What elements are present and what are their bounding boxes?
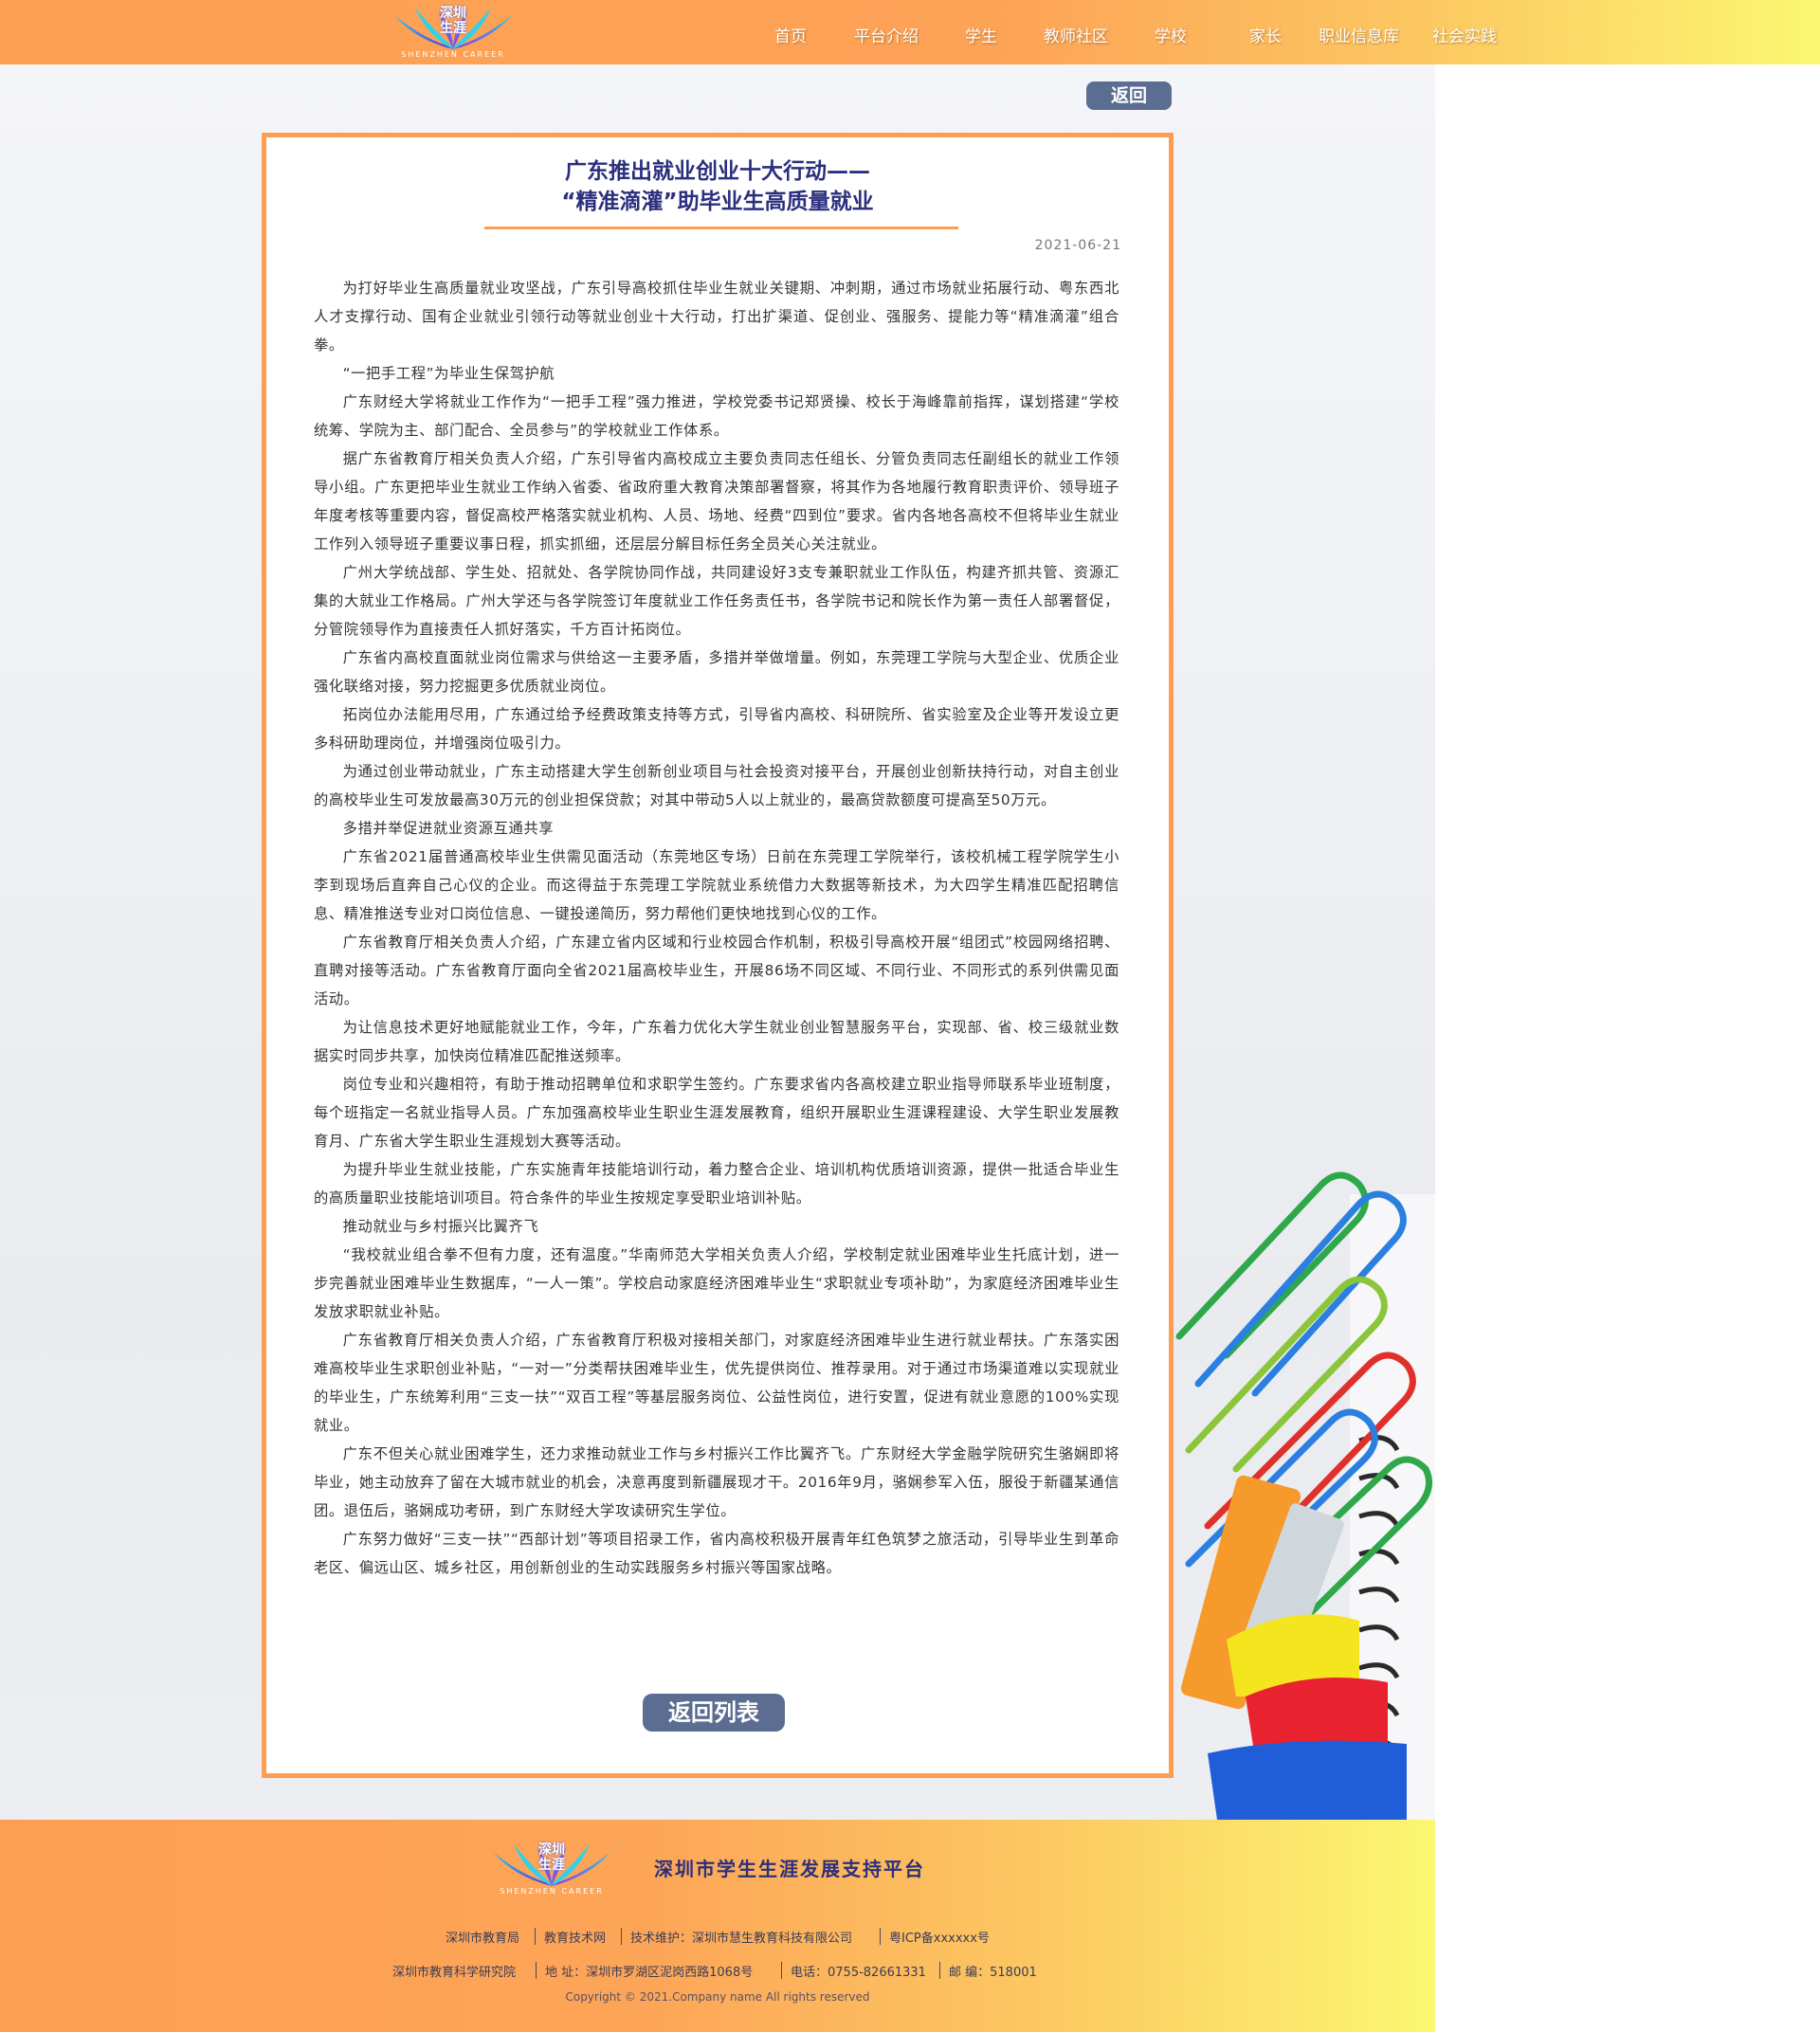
article-title: 广东推出就业创业十大行动—— “精准滴灌”助毕业生高质量就业 — [266, 156, 1169, 217]
footer: 深圳 生涯 SHENZHEN CAREER 深圳市学生生涯发展支持平台 深圳市教… — [0, 1820, 1435, 2032]
article-paragraph: 广东努力做好“三支一扶”“西部计划”等项目招录工作，省内高校积极开展青年红色筑梦… — [314, 1531, 1119, 1576]
article-paragraph: 据广东省教育厅相关负责人介绍，广东引导省内高校成立主要负责同志任组长、分管负责同… — [314, 450, 1119, 553]
back-to-list-button[interactable]: 返回列表 — [643, 1694, 785, 1732]
back-button[interactable]: 返回 — [1086, 82, 1172, 110]
article-paragraph: 广东不但关心就业困难学生，还力求推动就业工作与乡村振兴工作比翼齐飞。广东财经大学… — [314, 1445, 1119, 1519]
paperclip-decoration-icon — [1175, 1171, 1435, 1820]
article-paragraph: 为让信息技术更好地赋能就业工作，今年，广东着力优化大学生就业创业智慧服务平台，实… — [314, 1019, 1119, 1064]
footer-divider — [621, 1928, 622, 1945]
footer-divider — [535, 1928, 536, 1945]
article-paragraph: “我校就业组合拳不但有力度，还有温度。”华南师范大学相关负责人介绍，学校制定就业… — [314, 1246, 1119, 1320]
top-navigation-bar: 深圳 生涯 SHENZHEN CAREER 首页 平台介绍 学生 教师社区 学校… — [0, 0, 1820, 64]
article-card: 广东推出就业创业十大行动—— “精准滴灌”助毕业生高质量就业 2021-06-2… — [262, 133, 1174, 1778]
footer-research-institute[interactable]: 深圳市教育科学研究院 — [392, 1962, 516, 1980]
article-title-line2: “精准滴灌”助毕业生高质量就业 — [561, 190, 874, 214]
copyright: Copyright © 2021.Company name All rights… — [565, 1990, 870, 2004]
footer-divider — [939, 1962, 940, 1979]
right-blank-area — [1435, 64, 1820, 2032]
footer-tech-support: 技术维护：深圳市慧生教育科技有限公司 — [630, 1932, 853, 1946]
article-paragraph: 广东省内高校直面就业岗位需求与供给这一主要矛盾，多措并举做增量。例如，东莞理工学… — [314, 649, 1119, 695]
platform-name: 深圳市学生生涯发展支持平台 — [654, 1858, 925, 1880]
nav-platform-intro[interactable]: 平台介绍 — [854, 23, 919, 46]
footer-link-education-bureau[interactable]: 深圳市教育局 — [446, 1928, 519, 1946]
nav-home[interactable]: 首页 — [774, 23, 807, 46]
article-paragraph: 广东财经大学将就业工作作为“一把手工程”强力推进，学校党委书记郑贤操、校长于海峰… — [314, 393, 1119, 439]
footer-divider — [781, 1962, 782, 1979]
nav-parents[interactable]: 家长 — [1249, 23, 1282, 46]
article-date: 2021-06-21 — [1034, 238, 1121, 253]
footer-links-row2: 深圳市教育科学研究院 地 址：深圳市罗湖区泥岗西路1068号 电话：0755-8… — [0, 1962, 1435, 1983]
article-paragraph: “一把手工程”为毕业生保驾护航 — [342, 365, 555, 382]
logo-text: 深圳 生涯 — [440, 6, 466, 36]
article-paragraph: 广东省教育厅相关负责人介绍，广东省教育厅积极对接相关部门，对家庭经济困难毕业生进… — [314, 1332, 1119, 1434]
footer-link-edutech[interactable]: 教育技术网 — [544, 1928, 606, 1946]
logo-subtitle: SHENZHEN CAREER — [500, 1887, 604, 1896]
nav-teacher-community[interactable]: 教师社区 — [1044, 23, 1108, 46]
article-paragraph: 多措并举促进就业资源互通共享 — [342, 820, 555, 837]
article-body: 为打好毕业生高质量就业攻坚战，广东引导高校抓住毕业生就业关键期、冲刺期，通过市场… — [314, 274, 1119, 1582]
footer-links-row1: 深圳市教育局 教育技术网 技术维护：深圳市慧生教育科技有限公司 粤ICP备xxx… — [0, 1928, 1435, 1949]
article-paragraph: 广州大学统战部、学生处、招就处、各学院协同作战，共同建设好3支专兼职就业工作队伍… — [314, 564, 1119, 638]
footer-postcode: 邮 编：518001 — [949, 1966, 1037, 1980]
nav-social-practice[interactable]: 社会实践 — [1432, 23, 1497, 46]
footer-divider — [536, 1962, 537, 1979]
footer-logo: 深圳 生涯 SHENZHEN CAREER — [485, 1839, 618, 1897]
nav-career-library[interactable]: 职业信息库 — [1319, 23, 1399, 46]
article-paragraph: 广东省教育厅相关负责人介绍，广东建立省内区域和行业校园合作机制，积极引导高校开展… — [314, 934, 1119, 1007]
logo-subtitle: SHENZHEN CAREER — [401, 50, 505, 59]
article-paragraph: 岗位专业和兴趣相符，有助于推动招聘单位和求职学生签约。广东要求省内各高校建立职业… — [314, 1076, 1119, 1150]
footer-phone: 电话：0755-82661331 — [791, 1966, 926, 1980]
footer-divider — [880, 1928, 881, 1945]
article-paragraph: 为通过创业带动就业，广东主动搭建大学生创新创业项目与社会投资对接平台，开展创业创… — [314, 763, 1119, 808]
footer-address: 地 址：深圳市罗湖区泥岗西路1068号 — [545, 1966, 754, 1980]
article-paragraph: 推动就业与乡村振兴比翼齐飞 — [342, 1218, 539, 1235]
nav-school[interactable]: 学校 — [1155, 23, 1187, 46]
logo-text: 深圳 生涯 — [538, 1842, 565, 1873]
article-paragraph: 为打好毕业生高质量就业攻坚战，广东引导高校抓住毕业生就业关键期、冲刺期，通过市场… — [314, 280, 1119, 354]
article-paragraph: 拓岗位办法能用尽用，广东通过给予经费政策支持等方式，引导省内高校、科研院所、省实… — [314, 706, 1119, 752]
article-paragraph: 广东省2021届普通高校毕业生供需见面活动（东莞地区专场）日前在东莞理工学院举行… — [314, 848, 1119, 922]
footer-icp[interactable]: 粤ICP备xxxxxx号 — [889, 1928, 990, 1946]
title-underline — [484, 227, 958, 229]
nav-students[interactable]: 学生 — [965, 23, 997, 46]
site-logo[interactable]: 深圳 生涯 SHENZHEN CAREER — [387, 2, 519, 61]
article-title-line1: 广东推出就业创业十大行动—— — [565, 159, 870, 184]
article-paragraph: 为提升毕业生就业技能，广东实施青年技能培训行动，着力整合企业、培训机构优质培训资… — [314, 1161, 1119, 1206]
